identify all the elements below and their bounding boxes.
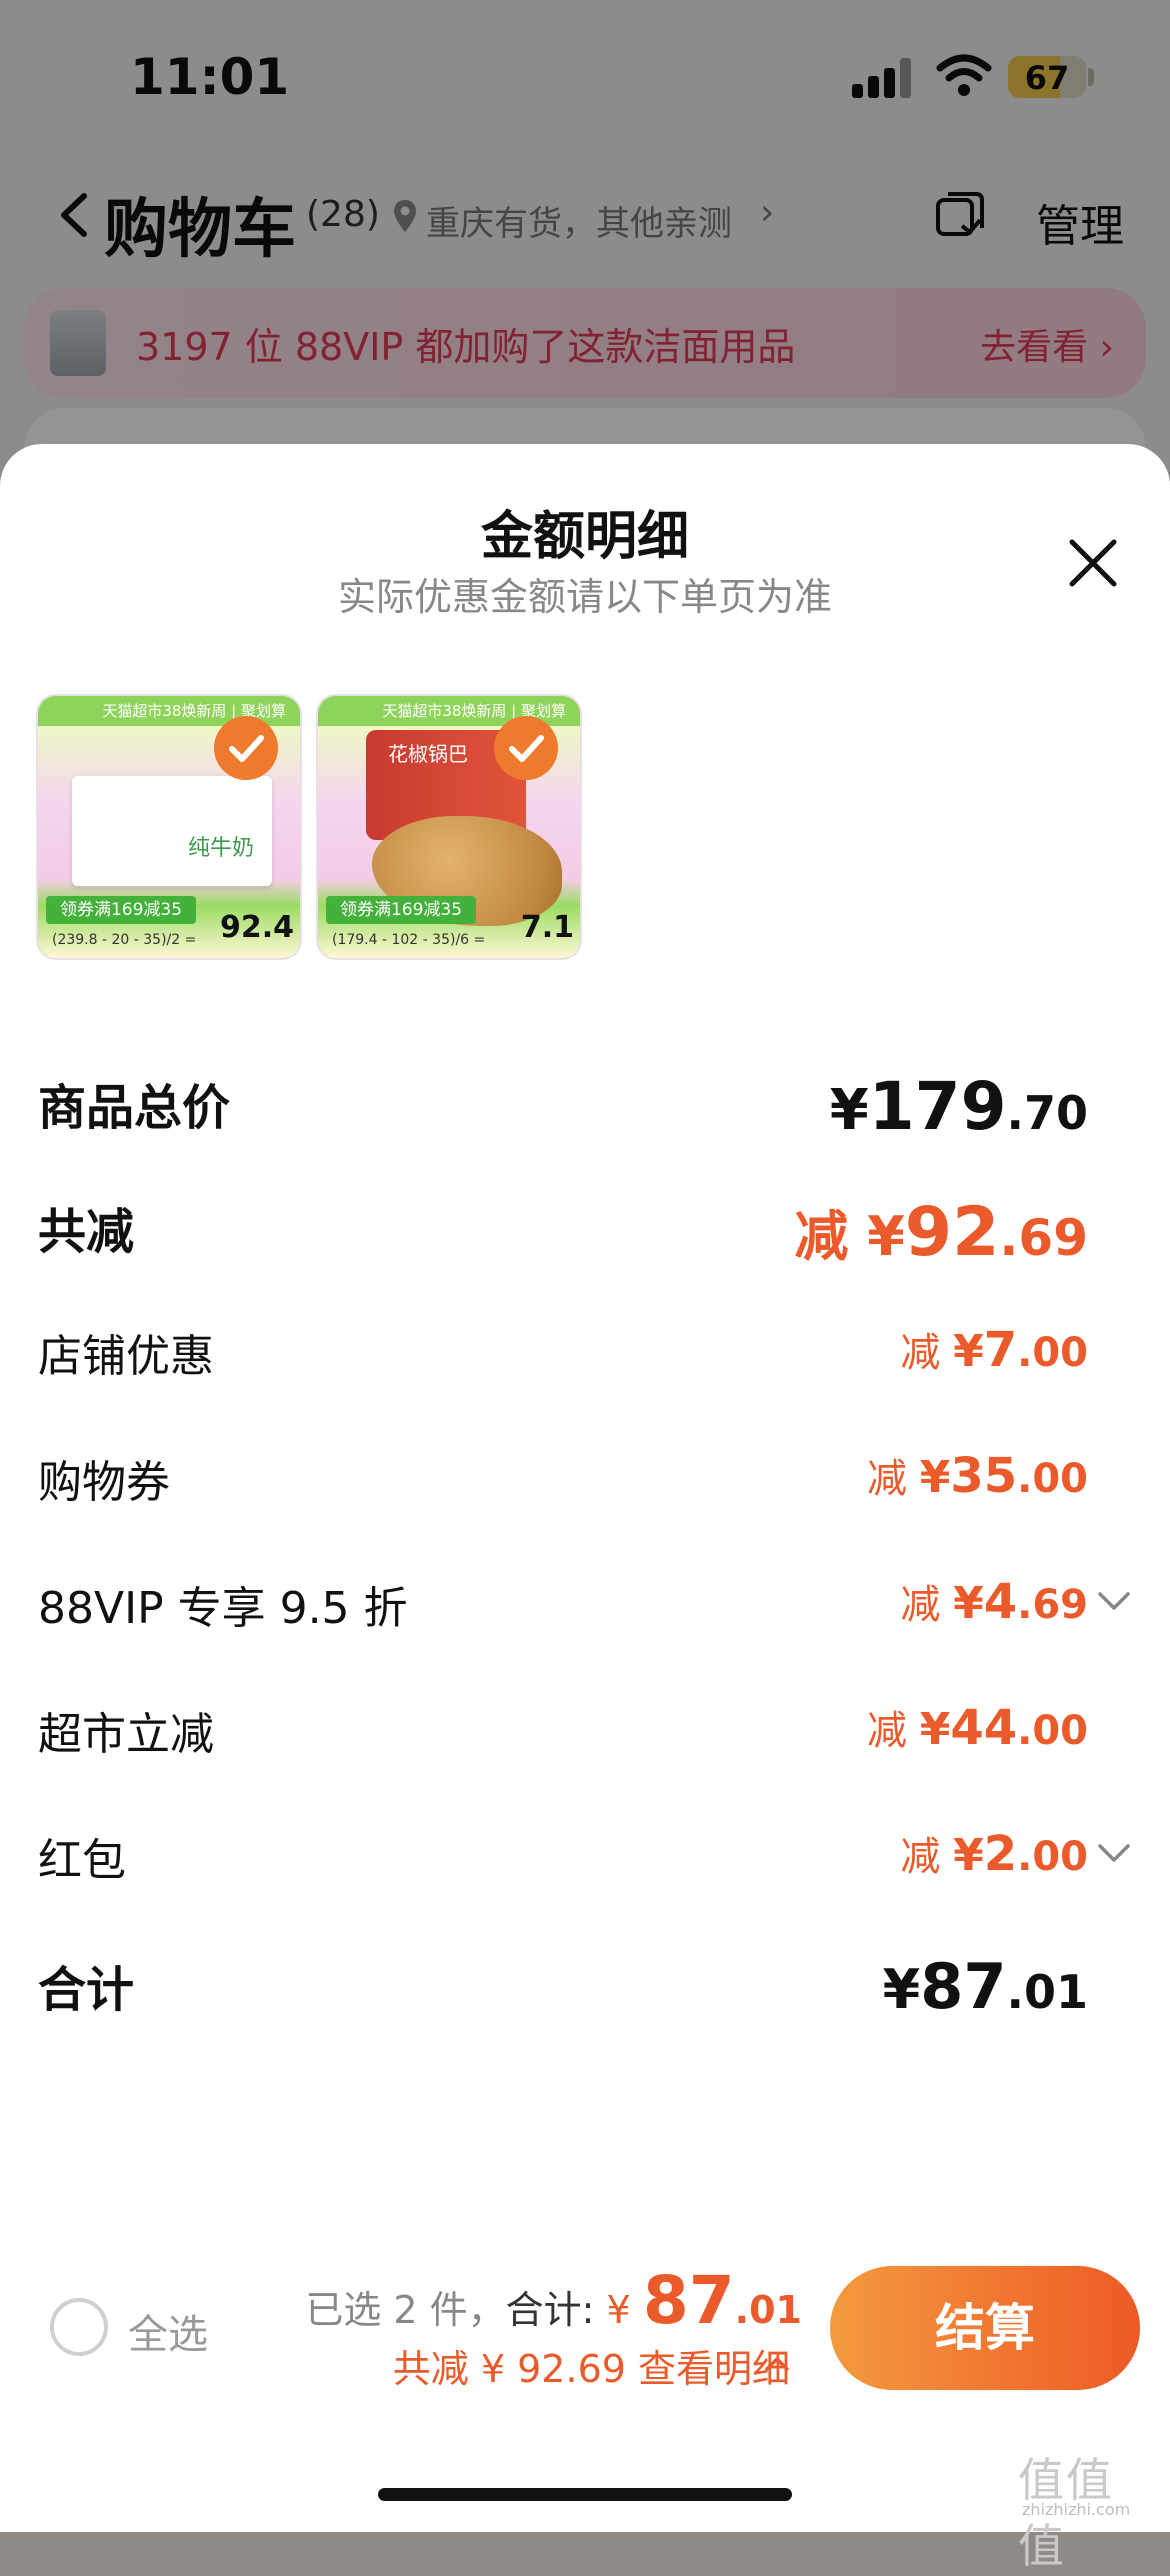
home-indicator[interactable] [378, 2488, 792, 2501]
row-supermarket-discount: 超市立减 减 ¥44.00 [38, 1698, 1088, 1788]
view-detail-link[interactable]: 共减 ¥ 92.69 查看明细 [393, 2338, 790, 2393]
product-thumbnail-snack[interactable]: 天猫超市38焕新周 | 聚划算 花椒锅巴 领券满169减35 7.1 (179.… [316, 694, 582, 960]
row-value: 减 ¥7.00 [900, 1322, 1088, 1378]
row-label: 店铺优惠 [38, 1331, 214, 1382]
product-coupon: 领券满169减35 [46, 896, 196, 924]
row-shopping-coupon: 购物券 减 ¥35.00 [38, 1446, 1088, 1536]
total-decimal: .01 [734, 2288, 802, 2332]
total-integer: 87 [642, 2262, 735, 2339]
select-all-label[interactable]: 全选 [128, 2302, 208, 2360]
row-label: 88VIP 专享 9.5 折 [38, 1583, 408, 1634]
row-value: 减 ¥92.69 [794, 1193, 1088, 1272]
sheet-title: 金额明细 [480, 507, 689, 567]
total-currency: ¥ [606, 2288, 643, 2332]
row-label: 红包 [38, 1835, 126, 1886]
product-name: 花椒锅巴 [388, 742, 468, 766]
row-value: 减 ¥44.00 [867, 1700, 1088, 1756]
checkout-button[interactable]: 结算 [830, 2266, 1140, 2390]
product-price: 7.1 [520, 910, 574, 945]
selected-count: 已选 2 件， [305, 2288, 506, 2332]
total-label: 合计: [505, 2288, 607, 2332]
row-total-discount: 共减 减 ¥92.69 [38, 1192, 1088, 1282]
chevron-down-icon[interactable] [1096, 1590, 1132, 1614]
selected-check-icon[interactable] [214, 716, 278, 780]
product-thumbnail-milk[interactable]: 天猫超市38焕新周 | 聚划算 纯牛奶 领券满169减35 92.4 (239.… [36, 694, 302, 960]
chevron-down-icon[interactable] [1096, 1842, 1132, 1866]
watermark: 值值值 zhizhizhi.com [1018, 2444, 1158, 2573]
watermark-url: zhizhizhi.com [1022, 2500, 1131, 2519]
row-88vip-discount[interactable]: 88VIP 专享 9.5 折 减 ¥4.69 [38, 1572, 1088, 1662]
row-label: 共减 [38, 1204, 135, 1260]
row-value: 减 ¥35.00 [867, 1448, 1088, 1504]
product-name: 纯牛奶 [188, 836, 255, 861]
row-store-discount: 店铺优惠 减 ¥7.00 [38, 1320, 1088, 1410]
product-price: 92.4 [219, 910, 294, 945]
row-label: 超市立减 [38, 1709, 214, 1760]
product-price-calc: (179.4 - 102 - 35)/6 = [332, 932, 486, 948]
select-all-radio[interactable] [50, 2298, 108, 2356]
row-grand-total: 合计 ¥87.01 [38, 1950, 1088, 2040]
row-label: 合计 [38, 1962, 135, 2018]
close-icon[interactable] [1066, 536, 1120, 590]
row-value: ¥87.01 [882, 1950, 1088, 2023]
row-value: 减 ¥2.00 [900, 1826, 1088, 1882]
row-goods-total: 商品总价 ¥179.70 [38, 1068, 1088, 1158]
row-value: ¥179.70 [829, 1068, 1088, 1145]
chevron-up-icon[interactable] [764, 2354, 790, 2372]
sheet-subtitle: 实际优惠金额请以下单页为准 [337, 575, 832, 619]
product-coupon: 领券满169减35 [326, 896, 476, 924]
selected-check-icon[interactable] [494, 716, 558, 780]
bottom-total: 已选 2 件，合计: ¥ 87.01 [305, 2262, 802, 2339]
row-label: 购物券 [38, 1457, 170, 1508]
row-label: 商品总价 [38, 1080, 231, 1136]
row-red-packet[interactable]: 红包 减 ¥2.00 [38, 1824, 1088, 1914]
row-value: 减 ¥4.69 [900, 1574, 1088, 1630]
product-price-calc: (239.8 - 20 - 35)/2 = [52, 932, 197, 948]
